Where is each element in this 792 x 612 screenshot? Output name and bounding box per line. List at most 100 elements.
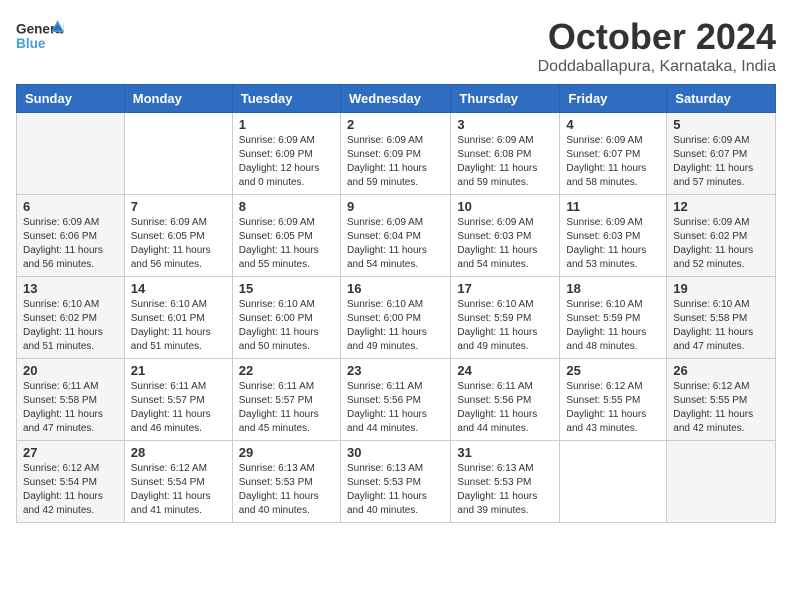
calendar-week-row: 20 Sunrise: 6:11 AMSunset: 5:58 PMDayligh… bbox=[17, 359, 776, 441]
calendar-cell: 27 Sunrise: 6:12 AMSunset: 5:54 PMDayligh… bbox=[17, 441, 125, 523]
calendar-cell: 10 Sunrise: 6:09 AMSunset: 6:03 PMDayligh… bbox=[451, 195, 560, 277]
day-number: 30 bbox=[347, 445, 444, 460]
day-info: Sunrise: 6:12 AMSunset: 5:55 PMDaylight:… bbox=[566, 380, 660, 436]
calendar-cell: 28Sunrise: 6:12 AMSunset: 5:54 PMDayligh… bbox=[124, 441, 232, 523]
day-info: Sunrise: 6:09 AMSunset: 6:05 PMDaylight:… bbox=[131, 216, 226, 272]
day-number: 1 bbox=[239, 117, 334, 132]
calendar-header-row: SundayMondayTuesdayWednesdayThursdayFrid… bbox=[17, 85, 776, 113]
day-info: Sunrise: 6:09 AMSunset: 6:03 PMDaylight:… bbox=[566, 216, 660, 272]
calendar-cell bbox=[17, 113, 125, 195]
day-info: Sunrise: 6:10 AMSunset: 6:02 PMDaylight:… bbox=[23, 298, 118, 354]
day-info: Sunrise: 6:13 AMSunset: 5:53 PMDaylight:… bbox=[457, 462, 553, 518]
title-block: October 2024 Doddaballapura, Karnataka, … bbox=[538, 16, 776, 76]
day-info: Sunrise: 6:09 AMSunset: 6:03 PMDaylight:… bbox=[457, 216, 553, 272]
weekday-header: Sunday bbox=[17, 85, 125, 113]
calendar-cell: 8 Sunrise: 6:09 AMSunset: 6:05 PMDaylight… bbox=[232, 195, 340, 277]
day-number: 7 bbox=[131, 199, 226, 214]
day-number: 29 bbox=[239, 445, 334, 460]
day-number: 22 bbox=[239, 363, 334, 378]
day-info: Sunrise: 6:09 AMSunset: 6:08 PMDaylight:… bbox=[457, 134, 553, 190]
logo: General Blue bbox=[16, 16, 64, 56]
calendar-cell: 15 Sunrise: 6:10 AMSunset: 6:00 PMDayligh… bbox=[232, 277, 340, 359]
day-info: Sunrise: 6:11 AMSunset: 5:57 PMDaylight:… bbox=[131, 380, 226, 436]
calendar-cell: 12 Sunrise: 6:09 AMSunset: 6:02 PMDayligh… bbox=[667, 195, 776, 277]
location-subtitle: Doddaballapura, Karnataka, India bbox=[538, 58, 776, 76]
day-number: 6 bbox=[23, 199, 118, 214]
calendar-cell: 7 Sunrise: 6:09 AMSunset: 6:05 PMDaylight… bbox=[124, 195, 232, 277]
calendar-cell: 6 Sunrise: 6:09 AMSunset: 6:06 PMDaylight… bbox=[17, 195, 125, 277]
day-info: Sunrise: 6:09 AMSunset: 6:05 PMDaylight:… bbox=[239, 216, 334, 272]
day-number: 4 bbox=[566, 117, 660, 132]
day-info: Sunrise: 6:11 AMSunset: 5:56 PMDaylight:… bbox=[457, 380, 553, 436]
day-number: 21 bbox=[131, 363, 226, 378]
calendar-cell: 9 Sunrise: 6:09 AMSunset: 6:04 PMDaylight… bbox=[340, 195, 450, 277]
day-info: Sunrise: 6:10 AMSunset: 6:00 PMDaylight:… bbox=[347, 298, 444, 354]
day-number: 12 bbox=[673, 199, 769, 214]
calendar-cell: 30 Sunrise: 6:13 AMSunset: 5:53 PMDayligh… bbox=[340, 441, 450, 523]
day-number: 14 bbox=[131, 281, 226, 296]
day-number: 2 bbox=[347, 117, 444, 132]
day-info: Sunrise: 6:10 AMSunset: 5:59 PMDaylight:… bbox=[566, 298, 660, 354]
calendar-cell bbox=[667, 441, 776, 523]
day-number: 23 bbox=[347, 363, 444, 378]
day-number: 17 bbox=[457, 281, 553, 296]
day-number: 18 bbox=[566, 281, 660, 296]
day-info: Sunrise: 6:12 AMSunset: 5:54 PMDaylight:… bbox=[23, 462, 118, 518]
calendar-cell: 19 Sunrise: 6:10 AMSunset: 5:58 PMDayligh… bbox=[667, 277, 776, 359]
day-number: 25 bbox=[566, 363, 660, 378]
day-number: 27 bbox=[23, 445, 118, 460]
weekday-header: Saturday bbox=[667, 85, 776, 113]
weekday-header: Friday bbox=[560, 85, 667, 113]
day-info: Sunrise: 6:12 AMSunset: 5:55 PMDaylight:… bbox=[673, 380, 769, 436]
day-number: 13 bbox=[23, 281, 118, 296]
calendar-week-row: 6 Sunrise: 6:09 AMSunset: 6:06 PMDaylight… bbox=[17, 195, 776, 277]
calendar-week-row: 13 Sunrise: 6:10 AMSunset: 6:02 PMDayligh… bbox=[17, 277, 776, 359]
day-number: 19 bbox=[673, 281, 769, 296]
day-info: Sunrise: 6:13 AMSunset: 5:53 PMDaylight:… bbox=[239, 462, 334, 518]
calendar-cell: 20 Sunrise: 6:11 AMSunset: 5:58 PMDayligh… bbox=[17, 359, 125, 441]
day-info: Sunrise: 6:09 AMSunset: 6:09 PMDaylight:… bbox=[347, 134, 444, 190]
calendar-cell: 5Sunrise: 6:09 AMSunset: 6:07 PMDaylight… bbox=[667, 113, 776, 195]
calendar-week-row: 1 Sunrise: 6:09 AMSunset: 6:09 PMDaylight… bbox=[17, 113, 776, 195]
logo-icon: General Blue bbox=[16, 16, 64, 56]
day-number: 15 bbox=[239, 281, 334, 296]
weekday-header: Thursday bbox=[451, 85, 560, 113]
calendar-cell bbox=[124, 113, 232, 195]
day-info: Sunrise: 6:10 AMSunset: 6:00 PMDaylight:… bbox=[239, 298, 334, 354]
calendar-table: SundayMondayTuesdayWednesdayThursdayFrid… bbox=[16, 84, 776, 523]
calendar-cell: 18 Sunrise: 6:10 AMSunset: 5:59 PMDayligh… bbox=[560, 277, 667, 359]
day-number: 8 bbox=[239, 199, 334, 214]
day-info: Sunrise: 6:09 AMSunset: 6:02 PMDaylight:… bbox=[673, 216, 769, 272]
calendar-cell: 13 Sunrise: 6:10 AMSunset: 6:02 PMDayligh… bbox=[17, 277, 125, 359]
day-info: Sunrise: 6:09 AMSunset: 6:06 PMDaylight:… bbox=[23, 216, 118, 272]
month-title: October 2024 bbox=[538, 16, 776, 58]
calendar-cell: 1 Sunrise: 6:09 AMSunset: 6:09 PMDaylight… bbox=[232, 113, 340, 195]
day-number: 31 bbox=[457, 445, 553, 460]
calendar-cell: 25 Sunrise: 6:12 AMSunset: 5:55 PMDayligh… bbox=[560, 359, 667, 441]
calendar-cell: 22 Sunrise: 6:11 AMSunset: 5:57 PMDayligh… bbox=[232, 359, 340, 441]
calendar-cell: 3Sunrise: 6:09 AMSunset: 6:08 PMDaylight… bbox=[451, 113, 560, 195]
day-info: Sunrise: 6:09 AMSunset: 6:09 PMDaylight:… bbox=[239, 134, 334, 190]
day-number: 26 bbox=[673, 363, 769, 378]
calendar-cell: 26 Sunrise: 6:12 AMSunset: 5:55 PMDayligh… bbox=[667, 359, 776, 441]
day-info: Sunrise: 6:13 AMSunset: 5:53 PMDaylight:… bbox=[347, 462, 444, 518]
day-info: Sunrise: 6:10 AMSunset: 5:58 PMDaylight:… bbox=[673, 298, 769, 354]
day-number: 9 bbox=[347, 199, 444, 214]
calendar-cell: 21 Sunrise: 6:11 AMSunset: 5:57 PMDayligh… bbox=[124, 359, 232, 441]
weekday-header: Wednesday bbox=[340, 85, 450, 113]
day-number: 20 bbox=[23, 363, 118, 378]
day-number: 24 bbox=[457, 363, 553, 378]
day-number: 16 bbox=[347, 281, 444, 296]
calendar-cell: 29 Sunrise: 6:13 AMSunset: 5:53 PMDayligh… bbox=[232, 441, 340, 523]
calendar-cell: 16 Sunrise: 6:10 AMSunset: 6:00 PMDayligh… bbox=[340, 277, 450, 359]
day-info: Sunrise: 6:11 AMSunset: 5:57 PMDaylight:… bbox=[239, 380, 334, 436]
day-info: Sunrise: 6:09 AMSunset: 6:04 PMDaylight:… bbox=[347, 216, 444, 272]
calendar-cell: 17Sunrise: 6:10 AMSunset: 5:59 PMDayligh… bbox=[451, 277, 560, 359]
day-info: Sunrise: 6:11 AMSunset: 5:58 PMDaylight:… bbox=[23, 380, 118, 436]
calendar-cell: 4 Sunrise: 6:09 AMSunset: 6:07 PMDaylight… bbox=[560, 113, 667, 195]
calendar-cell bbox=[560, 441, 667, 523]
day-number: 10 bbox=[457, 199, 553, 214]
day-info: Sunrise: 6:09 AMSunset: 6:07 PMDaylight:… bbox=[566, 134, 660, 190]
svg-text:Blue: Blue bbox=[16, 36, 46, 51]
calendar-cell: 2 Sunrise: 6:09 AMSunset: 6:09 PMDaylight… bbox=[340, 113, 450, 195]
